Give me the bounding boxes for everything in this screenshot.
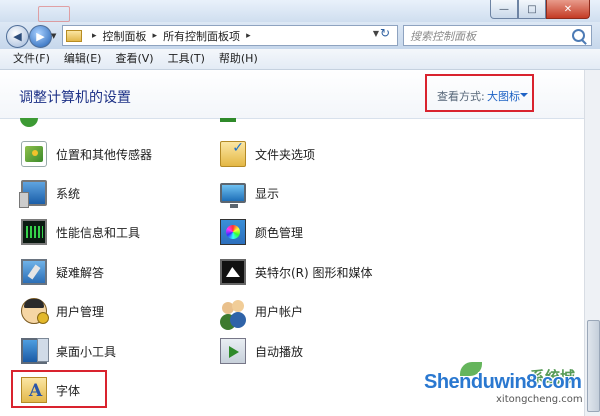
view-by-dropdown[interactable]: 大图标 xyxy=(487,88,520,104)
address-bar[interactable]: ▸ 控制面板 ▸ 所有控制面板项 ▸ ▼ xyxy=(62,25,398,46)
item-display[interactable]: 显示 xyxy=(220,179,280,208)
forward-button[interactable]: ▶ xyxy=(29,25,52,48)
watermark-brand: Shenduwin8.com xyxy=(424,371,582,393)
close-icon: ✕ xyxy=(563,3,573,15)
item-label: 显示 xyxy=(255,186,280,201)
item-label: 自动播放 xyxy=(255,344,304,359)
item-label: 系统 xyxy=(56,186,81,201)
navigation-bar: ◀ ▶ ▼ ▸ 控制面板 ▸ 所有控制面板项 ▸ ▼ ↻ 搜索控制面板 xyxy=(0,22,600,49)
item-label: 性能信息和工具 xyxy=(56,225,141,240)
breadcrumb-all-items[interactable]: 所有控制面板项 xyxy=(163,28,240,44)
minimize-icon: — xyxy=(499,3,509,15)
menu-help[interactable]: 帮助(H) xyxy=(212,49,265,69)
desktop-gadgets-icon xyxy=(21,338,49,364)
item-label: 桌面小工具 xyxy=(56,344,117,359)
window-titlebar: — □ ✕ xyxy=(0,0,600,22)
item-label: 颜色管理 xyxy=(255,225,304,240)
menu-edit[interactable]: 编辑(E) xyxy=(57,49,109,69)
partial-green-icon xyxy=(20,118,38,127)
breadcrumb-control-panel[interactable]: 控制面板 xyxy=(103,28,147,44)
autoplay-icon xyxy=(220,338,246,364)
item-label: 用户帐户 xyxy=(255,304,304,319)
item-label: 疑难解答 xyxy=(56,265,105,280)
watermark-subtext: xitongcheng.com xyxy=(496,394,583,405)
folder-options-icon xyxy=(220,140,246,167)
item-label: 位置和其他传感器 xyxy=(56,147,153,162)
item-autoplay[interactable]: 自动播放 xyxy=(220,337,303,365)
performance-icon xyxy=(21,219,47,245)
forward-arrow-icon: ▶ xyxy=(36,30,45,43)
item-system[interactable]: 系统 xyxy=(19,179,81,208)
view-by-label: 查看方式: xyxy=(437,90,485,103)
refresh-button[interactable]: ↻ xyxy=(380,26,390,40)
page-title: 调整计算机的设置 xyxy=(19,90,131,106)
item-performance[interactable]: 性能信息和工具 xyxy=(21,218,140,246)
item-user-accounts[interactable]: 用户帐户 xyxy=(220,297,303,325)
item-label: 英特尔(R) 图形和媒体 xyxy=(255,265,373,280)
maximize-icon: □ xyxy=(527,3,537,15)
item-location-sensors[interactable]: 位置和其他传感器 xyxy=(21,140,152,168)
menu-file[interactable]: 文件(F) xyxy=(0,49,57,69)
item-desktop-gadgets[interactable]: 桌面小工具 xyxy=(21,337,116,365)
menu-bar: 文件(F) 编辑(E) 查看(V) 工具(T) 帮助(H) xyxy=(0,49,600,70)
close-button[interactable]: ✕ xyxy=(546,0,590,19)
location-sensor-icon xyxy=(21,141,47,167)
system-icon xyxy=(19,180,47,208)
item-label: 文件夹选项 xyxy=(255,147,316,162)
faded-highlight-box xyxy=(38,6,70,22)
window-controls: — □ ✕ xyxy=(490,0,590,19)
content-header: 调整计算机的设置 查看方式: 大图标 xyxy=(0,70,584,119)
intel-graphics-icon xyxy=(220,259,246,285)
item-troubleshooting[interactable]: 疑难解答 xyxy=(21,258,104,286)
partial-item-left[interactable] xyxy=(20,118,38,127)
fonts-highlight-box xyxy=(11,370,107,408)
breadcrumb-separator-icon[interactable]: ▸ xyxy=(92,31,97,41)
menu-tools[interactable]: 工具(T) xyxy=(161,49,212,69)
recent-pages-dropdown-icon[interactable]: ▼ xyxy=(51,32,56,40)
breadcrumb-separator-icon[interactable]: ▸ xyxy=(153,31,158,41)
partial-item-right[interactable] xyxy=(220,118,236,127)
minimize-button[interactable]: — xyxy=(490,0,518,19)
search-box[interactable]: 搜索控制面板 xyxy=(403,25,592,46)
maximize-button[interactable]: □ xyxy=(518,0,546,19)
partial-battery-icon xyxy=(220,118,236,122)
breadcrumb-separator-icon[interactable]: ▸ xyxy=(246,31,251,41)
site-watermark: 系统城 Shenduwin8.com xitongcheng.com xyxy=(420,360,595,412)
menu-view[interactable]: 查看(V) xyxy=(108,49,160,69)
search-icon[interactable] xyxy=(572,29,585,42)
item-color-management[interactable]: 颜色管理 xyxy=(220,218,303,246)
color-management-icon xyxy=(220,219,246,245)
search-placeholder: 搜索控制面板 xyxy=(410,29,476,43)
control-panel-folder-icon xyxy=(66,29,82,42)
back-arrow-icon: ◀ xyxy=(13,30,22,43)
user-management-icon xyxy=(21,298,49,324)
view-by-caret-icon[interactable] xyxy=(520,93,528,97)
user-accounts-icon xyxy=(220,298,246,324)
troubleshooting-icon xyxy=(21,259,47,285)
address-dropdown-icon[interactable]: ▼ xyxy=(373,29,379,38)
back-button[interactable]: ◀ xyxy=(6,25,29,48)
item-label: 用户管理 xyxy=(56,304,105,319)
item-intel-graphics[interactable]: 英特尔(R) 图形和媒体 xyxy=(220,258,373,286)
item-user-management[interactable]: 用户管理 xyxy=(21,297,104,325)
display-icon xyxy=(220,183,246,208)
item-folder-options[interactable]: 文件夹选项 xyxy=(220,140,315,168)
